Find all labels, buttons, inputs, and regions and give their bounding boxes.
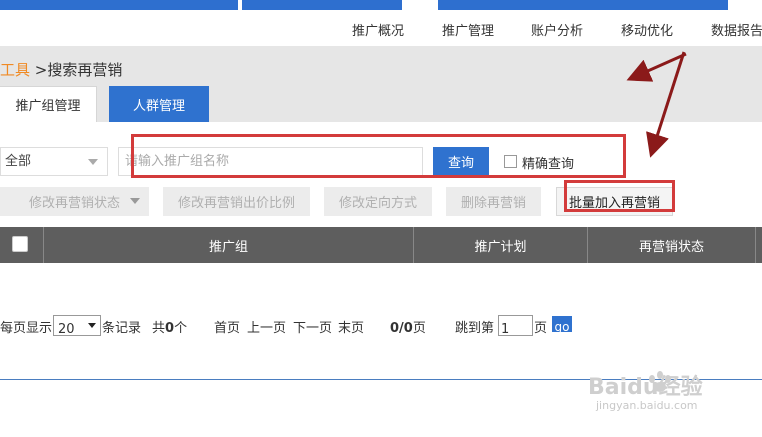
watermark-url: jingyan.baidu.com (596, 399, 698, 412)
baidu-jingyan-watermark: Baidu经验 jingyan.baidu.com (588, 357, 728, 417)
watermark-logo-text: Baidu经验 (588, 375, 703, 400)
